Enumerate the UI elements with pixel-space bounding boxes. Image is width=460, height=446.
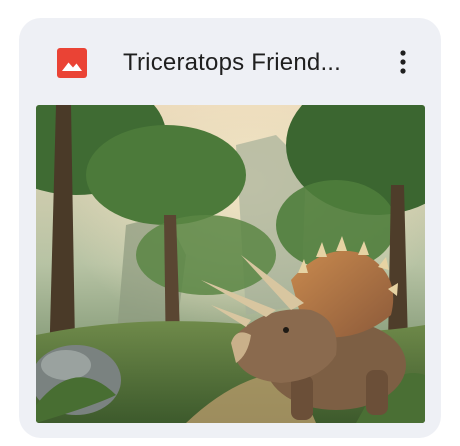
file-card[interactable]: Triceratops Friend... bbox=[19, 18, 441, 438]
file-thumbnail[interactable] bbox=[36, 105, 425, 423]
file-title: Triceratops Friend... bbox=[123, 49, 342, 76]
image-file-icon bbox=[57, 48, 87, 78]
more-vert-icon bbox=[385, 50, 421, 84]
triceratops-in-forest-image bbox=[36, 105, 425, 423]
card-header: Triceratops Friend... bbox=[19, 18, 441, 106]
more-options-button[interactable] bbox=[385, 44, 421, 80]
